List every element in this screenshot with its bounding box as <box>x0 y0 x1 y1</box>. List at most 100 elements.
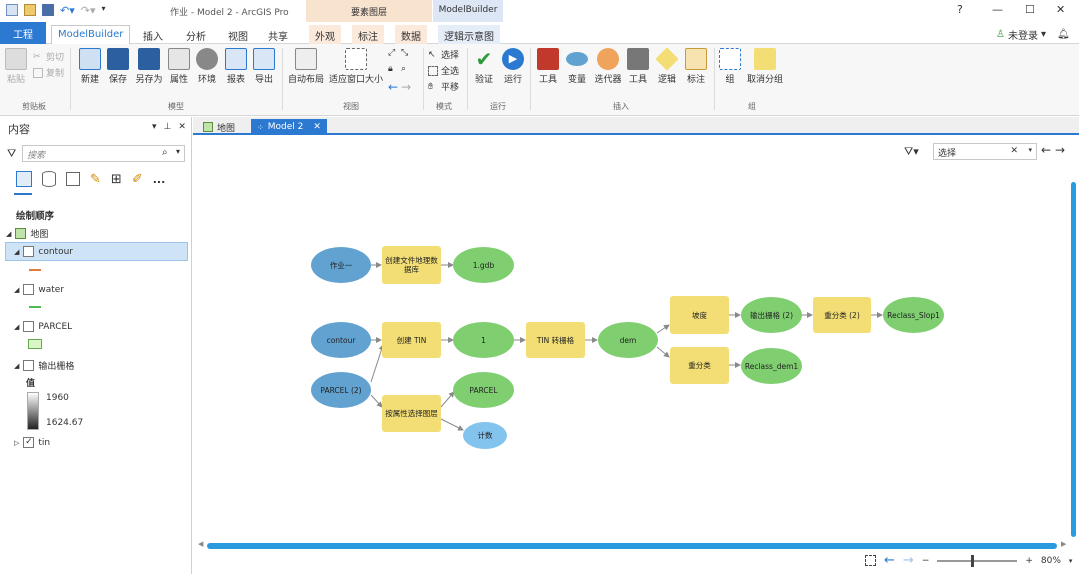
pin-icon[interactable]: ⊥ <box>164 122 172 132</box>
expand-icon[interactable]: ◢ <box>14 323 19 331</box>
model-variable-node[interactable]: 作业一 <box>311 247 371 283</box>
close-tab-icon[interactable]: ✕ <box>313 122 321 132</box>
maximize-button[interactable]: ☐ <box>1025 3 1035 16</box>
model-tool-node[interactable]: 创建文件地理数据库 <box>382 246 441 284</box>
help-button[interactable]: ? <box>957 3 963 16</box>
zoom-lock[interactable]: 🔒︎ ⌕ <box>388 64 411 74</box>
selection-icon[interactable] <box>66 172 80 186</box>
pan-button[interactable]: ✋︎ 平移 <box>428 80 459 94</box>
validate-button[interactable]: ✔ 验证 <box>472 48 496 85</box>
tab-diagram[interactable]: 逻辑示意图 <box>438 25 500 44</box>
properties-button[interactable]: 属性 <box>167 48 191 85</box>
model-variable-node[interactable]: PARCEL (2) <box>311 372 371 408</box>
model-variable-node[interactable]: dem <box>598 322 658 358</box>
pane-menu-icon[interactable]: ▾ <box>152 122 157 132</box>
tab-analysis[interactable]: 分析 <box>180 25 212 44</box>
run-button[interactable]: ▶ 运行 <box>501 48 525 85</box>
tab-project[interactable]: 工程 <box>0 22 46 44</box>
data-source-icon[interactable] <box>42 171 56 187</box>
model-tool-node[interactable]: 按属性选择图层 <box>382 395 441 432</box>
select-all-button[interactable]: 全选 <box>428 64 459 77</box>
nav-arrows[interactable]: ← → <box>388 80 411 94</box>
labeling-icon[interactable]: ✐ <box>132 172 143 187</box>
editing-icon[interactable]: ✎ <box>90 172 101 187</box>
model-tool-node[interactable]: TIN 转栅格 <box>526 322 585 358</box>
zoom-tools[interactable]: ⤢ ⤡ <box>388 48 411 58</box>
tab-appearance[interactable]: 外观 <box>309 25 341 44</box>
forward-arrow-icon[interactable]: → <box>903 553 914 568</box>
export-button[interactable]: 导出 <box>252 48 276 85</box>
utilities-button[interactable]: 工具 <box>626 48 650 85</box>
tab-view[interactable]: 视图 <box>222 25 254 44</box>
horizontal-scrollbar[interactable] <box>207 543 1057 549</box>
tools-button[interactable]: 工具 <box>536 48 560 85</box>
environments-button[interactable]: 环境 <box>195 48 219 85</box>
fit-extent-icon[interactable] <box>865 555 876 566</box>
toc-map[interactable]: ◢ 地图 <box>6 227 48 240</box>
auto-layout-button[interactable]: 自动布局 <box>287 48 325 85</box>
model-tool-node[interactable]: 重分类 <box>670 347 729 384</box>
more-options[interactable]: ... <box>153 173 166 186</box>
undo-icon[interactable]: ↶▾ <box>60 4 75 17</box>
user-signin[interactable]: ♙ 未登录 ▾ 🔔︎ <box>990 25 1076 44</box>
bell-icon[interactable]: 🔔︎ <box>1057 29 1070 40</box>
customize-qat-icon[interactable]: ▾ <box>102 4 106 16</box>
paste-button[interactable]: 粘贴 <box>4 48 28 85</box>
scroll-left-icon[interactable]: ◀ <box>198 540 203 548</box>
toc-layer-parcel[interactable]: ◢ PARCEL <box>14 321 72 332</box>
zoom-slider[interactable] <box>937 554 1018 567</box>
search-icon[interactable]: ⌕ <box>162 147 168 158</box>
layer-checkbox[interactable] <box>23 321 35 332</box>
report-button[interactable]: 报表 <box>224 48 248 85</box>
search-dropdown-icon[interactable]: ▾ <box>176 147 180 156</box>
filter-icon[interactable]: ⛛ <box>7 147 16 161</box>
model-variable-node[interactable]: 输出栅格 (2) <box>741 297 802 333</box>
toc-layer-contour[interactable]: ◢ contour <box>14 246 73 257</box>
model-variable-node[interactable]: PARCEL <box>453 372 514 408</box>
zoom-slider-thumb[interactable] <box>971 554 975 567</box>
zoom-out-icon[interactable]: − <box>922 556 930 566</box>
scroll-right-icon[interactable]: ▶ <box>1061 540 1066 548</box>
close-button[interactable]: ✕ <box>1056 3 1065 16</box>
open-folder-icon[interactable] <box>24 4 36 16</box>
tab-modelbuilder[interactable]: ModelBuilder <box>51 25 131 44</box>
label-button[interactable]: 标注 <box>684 48 708 85</box>
back-arrow-icon[interactable]: ← <box>884 553 895 568</box>
redo-icon[interactable]: ↷▾ <box>81 4 96 17</box>
expand-icon[interactable]: ◢ <box>6 230 11 238</box>
pane-close-icon[interactable]: ✕ <box>178 122 186 132</box>
model-variable-node[interactable]: 1 <box>453 322 514 358</box>
expand-icon[interactable]: ◢ <box>14 248 19 256</box>
tab-map-view[interactable]: 地图 <box>197 119 241 135</box>
model-canvas[interactable]: ⛛▾ 选择 ✕ ▾ ← → 作业一 创建文件地理数据库 1.gdb contou… <box>193 137 1079 574</box>
select-button[interactable]: ↖ 选择 <box>428 48 459 62</box>
layer-checkbox[interactable] <box>23 360 35 371</box>
model-variable-node[interactable]: Reclass_Slop1 <box>883 297 944 333</box>
model-tool-node[interactable]: 创建 TIN <box>382 322 441 358</box>
collapse-icon[interactable]: ▷ <box>14 439 19 447</box>
model-tool-node[interactable]: 重分类 (2) <box>813 297 871 333</box>
expand-icon[interactable]: ◢ <box>14 362 19 370</box>
layer-checkbox[interactable]: ✓ <box>23 437 35 448</box>
fit-to-window-button[interactable]: 适应窗口大小 <box>328 48 384 85</box>
save-as-button[interactable]: 另存为 <box>133 48 165 85</box>
drawing-order-icon[interactable] <box>16 171 32 187</box>
model-variable-node[interactable]: contour <box>311 322 371 358</box>
tab-labeling[interactable]: 标注 <box>352 25 384 44</box>
expand-icon[interactable]: ◢ <box>14 286 19 294</box>
logic-button[interactable]: 逻辑 <box>655 47 679 85</box>
vertical-scrollbar[interactable] <box>1071 182 1076 537</box>
layer-checkbox[interactable] <box>23 246 35 257</box>
tab-insert[interactable]: 插入 <box>137 25 169 44</box>
toc-layer-water[interactable]: ◢ water <box>14 284 64 295</box>
new-model-button[interactable]: 新建 <box>77 48 103 85</box>
chevron-down-icon[interactable]: ▾ <box>1069 557 1073 565</box>
copy-button[interactable]: 复制 <box>33 66 64 79</box>
minimize-button[interactable]: — <box>992 3 1003 16</box>
variable-button[interactable]: 变量 <box>565 48 589 85</box>
layer-checkbox[interactable] <box>23 284 35 295</box>
tab-model-view[interactable]: ⁘ Model 2 ✕ <box>251 119 327 135</box>
save-icon[interactable] <box>42 4 54 16</box>
group-button[interactable]: 组 <box>718 48 742 85</box>
model-tool-node[interactable]: 坡度 <box>670 296 729 334</box>
